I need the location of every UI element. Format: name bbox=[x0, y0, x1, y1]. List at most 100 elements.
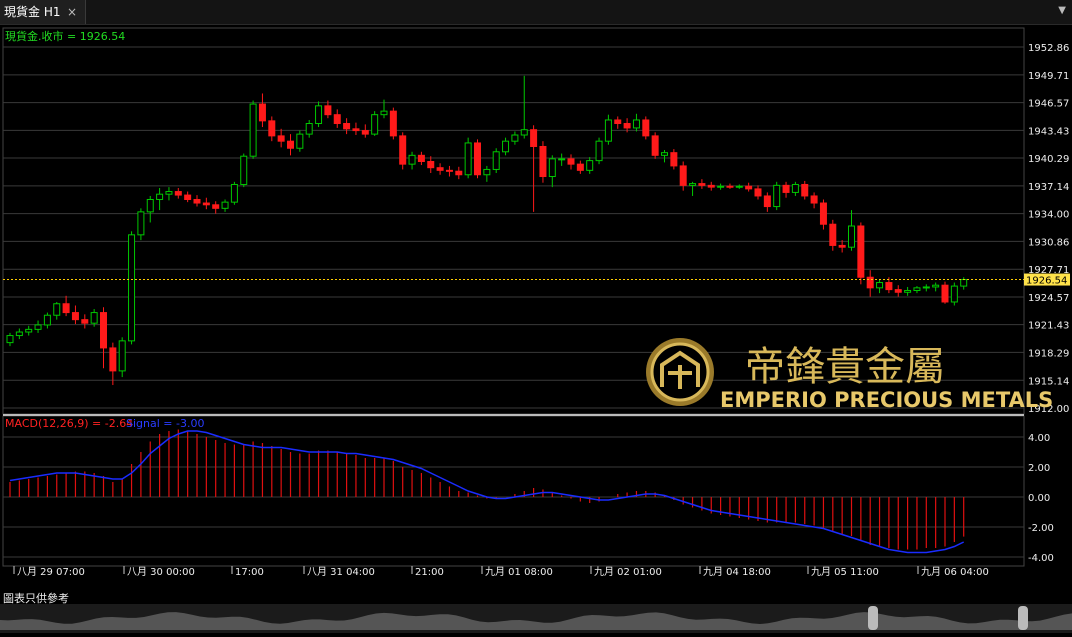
candle-body bbox=[249, 103, 257, 157]
candle-body bbox=[333, 114, 341, 125]
candle-body bbox=[595, 140, 603, 162]
candle-body bbox=[950, 285, 958, 303]
candle-body bbox=[128, 234, 136, 342]
candle-body bbox=[277, 135, 285, 142]
candle-body bbox=[118, 340, 126, 372]
chart-area[interactable]: 1952.86 1949.71 1946.57 1943.43 1940.29 1937.… bbox=[0, 25, 1072, 590]
candle-body bbox=[548, 158, 556, 178]
candle-body bbox=[343, 123, 351, 130]
candle-body bbox=[576, 163, 584, 171]
candle-body bbox=[305, 123, 313, 135]
price-tick-label: 1915.14 bbox=[1028, 376, 1069, 387]
candle-body bbox=[558, 158, 566, 161]
candle-body bbox=[258, 103, 266, 122]
watermark-english: EMPERIO PRECIOUS METALS bbox=[720, 388, 1053, 412]
x-tick-label: 九月 04 18:00 bbox=[703, 566, 771, 578]
candle-body bbox=[539, 145, 547, 178]
price-tick-label: 1930.86 bbox=[1028, 237, 1069, 248]
scroller-overview bbox=[0, 612, 1072, 630]
candle-body bbox=[801, 183, 809, 197]
candle-body bbox=[81, 319, 89, 324]
candle-body bbox=[15, 331, 23, 337]
price-tick-label: 1943.43 bbox=[1028, 126, 1069, 137]
scroller-right-handle[interactable] bbox=[1018, 606, 1028, 630]
x-tick-label: 17:00 bbox=[235, 567, 264, 578]
x-tick-label: 九月 02 01:00 bbox=[594, 566, 662, 578]
candle-body bbox=[230, 183, 238, 203]
candle-body bbox=[735, 185, 743, 188]
candle-body bbox=[894, 289, 902, 293]
candle-body bbox=[876, 282, 884, 289]
last-price-label: 1926.54 bbox=[1026, 276, 1067, 287]
price-tick-label: 1940.29 bbox=[1028, 154, 1069, 165]
price-tick-label: 1921.43 bbox=[1028, 321, 1069, 332]
price-tick-label: 1946.57 bbox=[1028, 99, 1069, 110]
candle-body bbox=[642, 119, 650, 137]
candle-body bbox=[651, 135, 659, 156]
candle-body bbox=[296, 133, 304, 149]
candle-body bbox=[371, 114, 379, 135]
x-tick-label: 八月 29 07:00 bbox=[17, 566, 85, 578]
candle-body bbox=[100, 312, 107, 349]
x-tick-label: 九月 06 04:00 bbox=[921, 566, 989, 578]
candle-body bbox=[848, 225, 855, 248]
candle-body bbox=[455, 170, 463, 176]
candle-body bbox=[287, 140, 294, 149]
tab-chart[interactable]: 現貨金 H1 × bbox=[0, 0, 86, 24]
candle-body bbox=[389, 110, 397, 137]
candle-body bbox=[623, 123, 631, 129]
tab-title: 現貨金 H1 bbox=[4, 5, 61, 19]
candle-body bbox=[885, 282, 893, 291]
candle-body bbox=[427, 161, 435, 169]
candle-body bbox=[707, 184, 715, 188]
candle-body bbox=[492, 151, 500, 170]
candle-body bbox=[399, 135, 407, 165]
candle-body bbox=[361, 130, 369, 135]
candle-body bbox=[689, 183, 697, 186]
candle-body bbox=[53, 303, 61, 316]
candle-body bbox=[483, 168, 491, 176]
candle-body bbox=[464, 142, 472, 176]
candle-body bbox=[315, 105, 323, 125]
macd-tick-label: 4.00 bbox=[1028, 433, 1050, 444]
chevron-down-icon[interactable]: ▼ bbox=[1058, 5, 1066, 16]
candle-body bbox=[90, 312, 98, 324]
candle-body bbox=[202, 202, 210, 206]
candle-body bbox=[941, 284, 949, 303]
candle-body bbox=[174, 191, 182, 196]
candle-body bbox=[679, 165, 687, 186]
candle-body bbox=[857, 225, 865, 278]
candle-body bbox=[782, 184, 790, 193]
x-tick-label: 八月 30 00:00 bbox=[127, 566, 195, 578]
candle-body bbox=[829, 223, 837, 246]
history-scroller[interactable] bbox=[0, 604, 1072, 633]
macd-label: MACD(12,26,9) = -2.64 bbox=[5, 417, 133, 430]
candle-body bbox=[156, 193, 164, 200]
price-tick-label: 1934.00 bbox=[1028, 210, 1069, 221]
candle-body bbox=[670, 152, 678, 167]
macd-tick-label: 0.00 bbox=[1028, 493, 1050, 504]
candle-body bbox=[661, 152, 668, 156]
candle-body bbox=[502, 140, 510, 153]
candle-body bbox=[43, 314, 51, 326]
candle-body bbox=[745, 185, 753, 190]
candle-body bbox=[567, 158, 575, 165]
watermark-logo bbox=[646, 338, 714, 406]
candle-body bbox=[754, 188, 762, 197]
candle-body bbox=[960, 279, 968, 287]
candle-body bbox=[436, 167, 444, 171]
chart-svg[interactable]: 1952.86 1949.71 1946.57 1943.43 1940.29 1937.… bbox=[0, 25, 1072, 590]
candle-body bbox=[109, 347, 117, 372]
candle-body bbox=[717, 185, 725, 188]
candle-body bbox=[62, 303, 70, 314]
price-tick-label: 1924.57 bbox=[1028, 293, 1069, 304]
scroller-left-handle[interactable] bbox=[868, 606, 878, 630]
close-icon[interactable]: × bbox=[67, 0, 77, 24]
price-tick-label: 1937.14 bbox=[1028, 182, 1069, 193]
candle-body bbox=[184, 194, 192, 200]
candle-body bbox=[34, 324, 42, 330]
candle-body bbox=[380, 110, 388, 116]
candle-body bbox=[221, 201, 229, 209]
x-tick-label: 21:00 bbox=[415, 567, 444, 578]
candle-body bbox=[352, 128, 360, 132]
